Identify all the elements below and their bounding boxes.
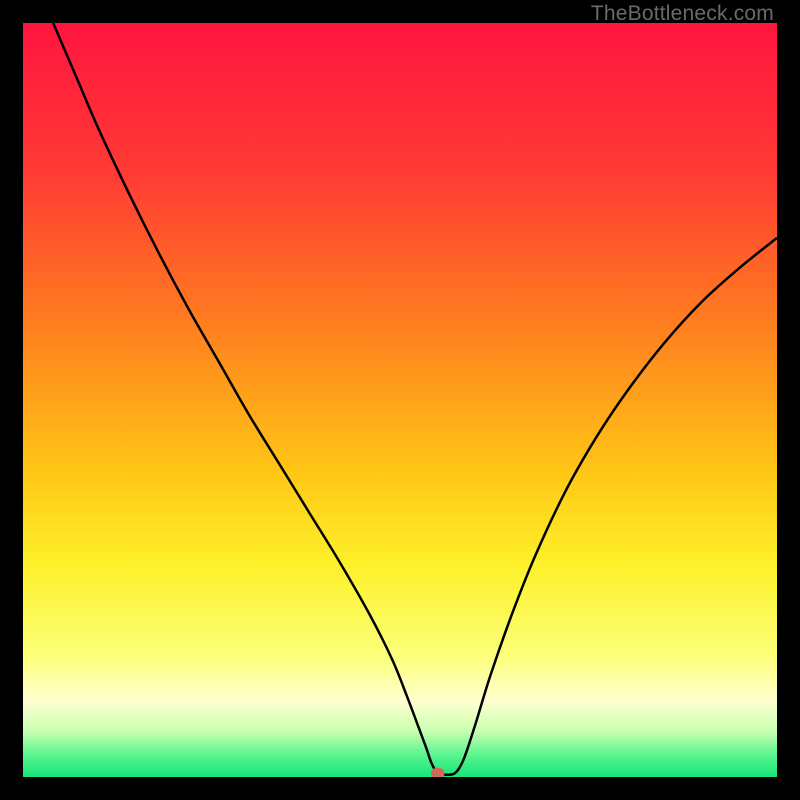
chart-frame: [23, 23, 777, 777]
chart-plot: [23, 23, 777, 777]
gradient-background: [23, 23, 777, 777]
watermark-text: TheBottleneck.com: [591, 2, 774, 26]
